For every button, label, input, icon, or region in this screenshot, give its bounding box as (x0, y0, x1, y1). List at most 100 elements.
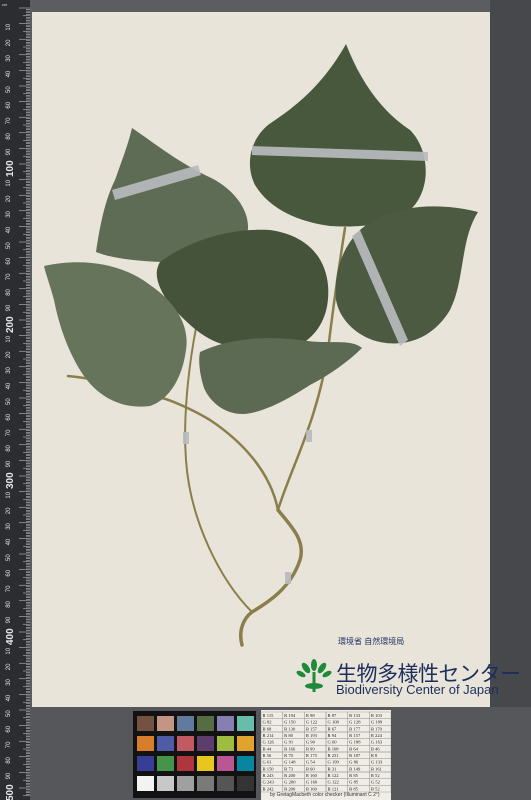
specimen-leaves (44, 44, 478, 415)
rgb-table-value: B 160 (306, 786, 318, 791)
rgb-table-value: R 85 (349, 773, 359, 778)
color-swatch (137, 776, 154, 791)
ruler-minor-label: 50 (6, 86, 12, 93)
ruler-minor-label: 70 (6, 117, 12, 124)
rgb-table-value: B 149 (349, 766, 361, 771)
rgb-table-value: B 67 (328, 726, 338, 731)
rgb-table-value: G 150 (284, 720, 296, 725)
rgb-table-value: B 150 (263, 766, 275, 771)
color-swatch (237, 756, 254, 771)
ruler-scale: cm 10 20 30 40 50 60 70 80 90 100 10 20 30 40 50 60 70 80 9… (2, 2, 30, 800)
rgb-table-value: G 122 (306, 720, 318, 725)
rgb-table-value: G 52 (371, 780, 381, 785)
rgb-table-value: R 70 (284, 753, 294, 758)
rgb-table-value: B 166 (284, 746, 296, 751)
ruler-major-label: 100 (5, 160, 16, 177)
branch-left (160, 396, 280, 512)
rgb-table-value: G 54 (306, 760, 316, 765)
ruler-minor-label: 80 (6, 756, 12, 763)
ruler-minor-label: 40 (6, 694, 12, 701)
ruler-minor-label: 70 (6, 585, 12, 592)
color-checker-footnote: by GretagMacbeth color checker (Illumina… (270, 792, 380, 798)
main-stem (239, 508, 304, 647)
ruler-minor-label: 10 (6, 335, 12, 342)
rgb-table-value: G 160 (306, 780, 318, 785)
ruler-minor-label: 30 (6, 54, 12, 61)
rgb-table-value: G 122 (328, 780, 340, 785)
rgb-table-value: R 98 (306, 713, 316, 718)
rgb-table-value: B 60 (306, 766, 316, 771)
ruler-minor-label: 30 (6, 366, 12, 373)
ruler-major-label: 400 (5, 628, 16, 645)
rgb-table-value: R 94 (328, 733, 338, 738)
rgb-table-value: G 199 (328, 760, 340, 765)
ruler-minor-label: 40 (6, 538, 12, 545)
rgb-table-value: R 243 (263, 773, 275, 778)
tape-strip (183, 432, 189, 444)
plant-specimen (44, 44, 478, 647)
color-swatch (217, 776, 234, 791)
rgb-table-value: G 126 (263, 740, 275, 745)
ruler-minor-label: 80 (6, 288, 12, 295)
color-swatch (217, 736, 234, 751)
ruler-minor-label: 60 (6, 413, 12, 420)
ruler-minor-label: 90 (6, 148, 12, 155)
ruler-minor-label: 40 (6, 226, 12, 233)
rgb-table-value: G 60 (328, 740, 338, 745)
ruler-minor-label: 30 (6, 522, 12, 529)
rgb-table-value: G 148 (284, 760, 296, 765)
rgb-table-value: G 188 (349, 740, 361, 745)
ruler-minor-label: 80 (6, 600, 12, 607)
rgb-table-value: G 86 (349, 760, 359, 765)
ruler-major-label: 300 (5, 472, 16, 489)
ruler-minor-label: 50 (6, 242, 12, 249)
ruler-minor-label: 80 (6, 132, 12, 139)
rgb-table-value: R 200 (284, 773, 296, 778)
biodiversity-logo-icon (296, 659, 332, 692)
ruler-minor-label: 40 (6, 70, 12, 77)
rgb-table-value: R 193 (306, 733, 318, 738)
rgb-table-value: B 108 (328, 746, 340, 751)
rgb-table-value: G 61 (263, 760, 273, 765)
rgb-table-value: R 115 (263, 713, 275, 718)
ruler-minor-label: 60 (6, 257, 12, 264)
rgb-table-value: R 122 (328, 773, 340, 778)
rgb-table-value: R 157 (349, 733, 361, 738)
center-name-english: Biodiversity Center of Japan (336, 682, 499, 697)
rgb-table-value: B 73 (284, 766, 294, 771)
color-swatch (237, 716, 254, 731)
color-swatch (177, 776, 194, 791)
ruler-minor-label: 20 (6, 39, 12, 46)
ruler-unit-label: cm (2, 2, 8, 7)
rgb-table-value: R 56 (263, 753, 273, 758)
color-swatch (177, 716, 194, 731)
color-swatch (137, 756, 154, 771)
rgb-table-value: B 200 (284, 786, 296, 791)
ruler-minor-label: 10 (6, 647, 12, 654)
measuring-ruler: cm 10 20 30 40 50 60 70 80 90 100 10 20 30 40 50 60 70 80 9… (0, 0, 30, 800)
color-swatch (197, 756, 214, 771)
ruler-minor-label: 70 (6, 273, 12, 280)
ruler-minor-label: 50 (6, 398, 12, 405)
ruler-minor-label: 60 (6, 569, 12, 576)
rgb-table-value: B 99 (306, 746, 316, 751)
color-swatch (157, 716, 174, 731)
ruler-minor-label: 10 (6, 23, 12, 30)
rgb-table-value: R 160 (306, 773, 318, 778)
ruler-minor-label: 20 (6, 351, 12, 358)
rgb-table-value: G 91 (284, 740, 294, 745)
color-swatch (237, 776, 254, 791)
rgb-table-value: B 46 (371, 746, 381, 751)
rgb-table-value: G 108 (328, 720, 340, 725)
ruler-minor-label: 50 (6, 710, 12, 717)
ruler-minor-label: 50 (6, 554, 12, 561)
rgb-table-value: B 64 (349, 746, 359, 751)
ruler-minor-label: 20 (6, 507, 12, 514)
ruler-minor-label: 20 (6, 195, 12, 202)
ruler-minor-label: 70 (6, 429, 12, 436)
color-swatch (197, 776, 214, 791)
color-swatch (177, 756, 194, 771)
ruler-minor-label: 30 (6, 210, 12, 217)
ruler-minor-label: 90 (6, 616, 12, 623)
color-swatch (237, 736, 254, 751)
